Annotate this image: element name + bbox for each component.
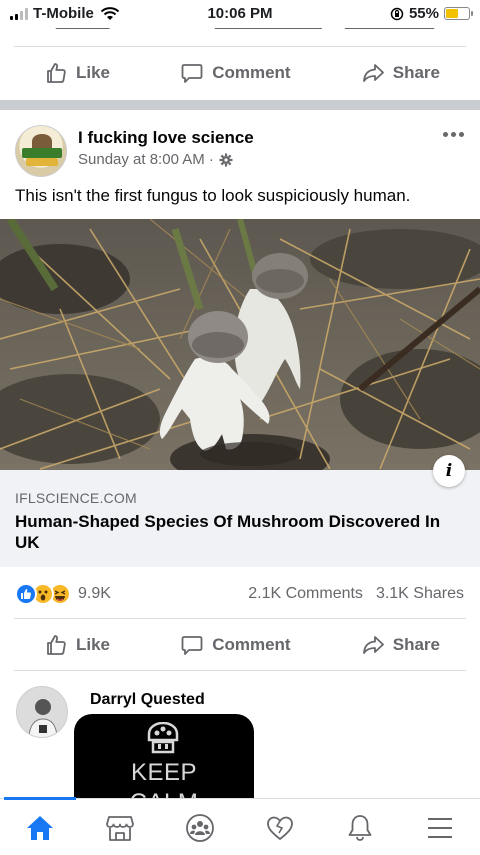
share-button[interactable]: Share [361, 61, 440, 85]
post-text: This isn't the first fungus to look susp… [15, 186, 411, 205]
bottom-nav [0, 797, 480, 855]
status-bar: T-Mobile 10:06 PM 55% [0, 0, 480, 28]
orientation-lock-icon [390, 7, 404, 20]
share-label: Share [392, 63, 440, 82]
notifications-icon [348, 815, 372, 841]
share-icon [362, 636, 384, 654]
like-reaction-icon [15, 583, 37, 605]
comment-icon [181, 64, 203, 83]
more-options-button[interactable] [443, 132, 464, 137]
battery-percent: 55% [408, 5, 439, 22]
comment-label: Comment [212, 63, 291, 82]
commenter-name[interactable]: Darryl Quested [90, 691, 205, 709]
nav-marketplace[interactable] [103, 811, 137, 845]
comment-button[interactable]: Comment [180, 633, 291, 657]
reactions-summary[interactable]: 9.9K [15, 583, 111, 605]
thumbs-up-icon [47, 635, 66, 655]
shares-count[interactable]: 3.1K Shares [376, 585, 464, 603]
commenter-avatar[interactable] [16, 686, 68, 738]
keep-text: KEEP [130, 759, 198, 786]
comment-label: Comment [212, 635, 291, 654]
comments-count[interactable]: 2.1K Comments [248, 585, 363, 603]
nav-dating[interactable] [263, 811, 297, 845]
dating-icon [267, 816, 293, 840]
crown-icon [147, 722, 179, 754]
previous-post-actions: Like Comment Share [14, 47, 466, 99]
page-name[interactable]: I fucking love science [78, 128, 254, 148]
battery-icon [444, 7, 473, 20]
info-button[interactable]: i [433, 455, 465, 487]
post-image[interactable] [0, 219, 480, 470]
nav-groups[interactable] [183, 811, 217, 845]
link-domain: IFLSCIENCE.COM [15, 490, 137, 506]
post-time-text: Sunday at 8:00 AM · [78, 151, 214, 168]
post-timestamp[interactable]: Sunday at 8:00 AM · [78, 151, 233, 168]
gear-icon [219, 153, 233, 166]
thumbs-up-icon [47, 63, 66, 83]
share-button[interactable]: Share [361, 633, 440, 657]
nav-menu[interactable] [423, 811, 457, 845]
feed-separator [0, 100, 480, 110]
home-icon [27, 816, 53, 840]
engagement-counts: 2.1K Comments 3.1K Shares [248, 585, 464, 603]
like-button[interactable]: Like [44, 61, 110, 85]
battery-info: 55% [390, 5, 473, 22]
like-label: Like [76, 635, 111, 654]
mushroom-photo [0, 219, 480, 470]
groups-icon [186, 814, 214, 842]
link-preview[interactable]: IFLSCIENCE.COM Human-Shaped Species Of M… [0, 470, 480, 567]
page-avatar[interactable] [15, 125, 67, 177]
like-label: Like [76, 63, 111, 82]
nav-home[interactable] [23, 811, 57, 845]
nav-notifications[interactable] [343, 811, 377, 845]
divider [14, 670, 466, 671]
active-tab-indicator [4, 797, 76, 800]
comment-icon [181, 636, 203, 655]
share-label: Share [392, 635, 440, 654]
reaction-count: 9.9K [78, 585, 111, 602]
menu-icon [428, 818, 452, 838]
post-actions: Like Comment Share [14, 619, 466, 671]
marketplace-icon [106, 816, 134, 841]
comment-button[interactable]: Comment [180, 61, 291, 85]
like-button[interactable]: Like [44, 633, 110, 657]
share-icon [362, 64, 384, 82]
link-title: Human-Shaped Species Of Mushroom Discove… [15, 512, 441, 552]
